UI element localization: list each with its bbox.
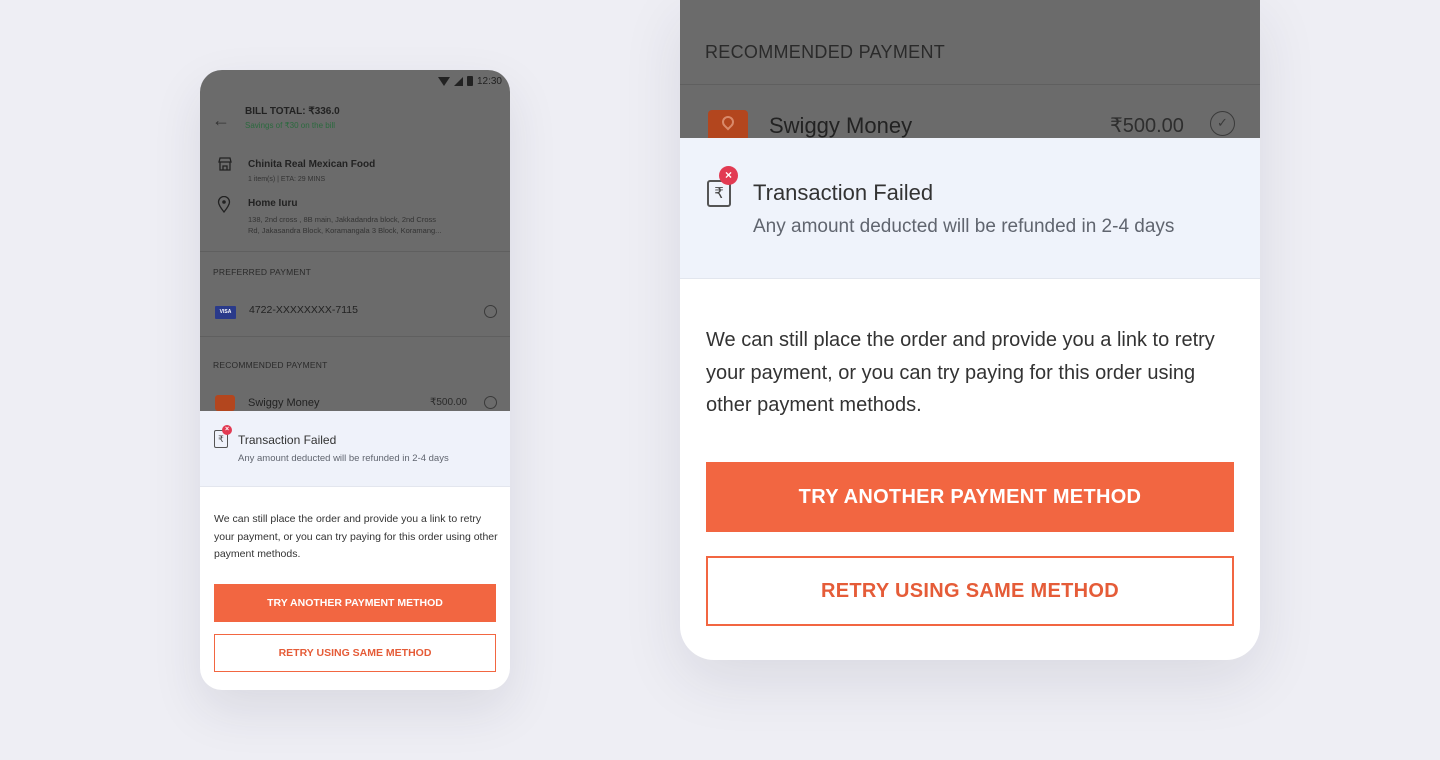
divider [200,336,510,337]
address-line-1: 138, 2nd cross , 8B main, Jakkadandra bl… [248,215,437,224]
restaurant-meta: 1 item(s) | ETA: 29 MINS [248,176,326,183]
wallet-name[interactable]: Swiggy Money [769,113,912,139]
phone-mockup: 12:30 ← BILL TOTAL: ₹336.0 Savings of ₹3… [200,70,510,690]
swiggy-money-logo-icon [708,110,748,138]
failure-header: ₹ × Transaction Failed Any amount deduct… [680,138,1260,279]
zoomed-sheet: RECOMMENDED PAYMENT Swiggy Money ₹500.00… [680,0,1260,660]
error-badge-icon: × [222,425,232,435]
failure-title: Transaction Failed [238,433,337,447]
wallet-amount: ₹500.00 [430,397,467,408]
status-bar: 12:30 [437,74,502,88]
wallet-amount: ₹500.00 [1110,115,1184,137]
status-time: 12:30 [476,75,502,87]
store-icon [217,156,233,175]
divider [680,84,1260,85]
failure-header: ₹ × Transaction Failed Any amount deduct… [200,411,510,487]
retry-same-method-button[interactable]: RETRY USING SAME METHOD [706,556,1234,626]
address-label: Home Iuru [248,198,298,209]
card-number[interactable]: 4722-XXXXXXXX-7115 [249,304,358,316]
failure-message: We can still place the order and provide… [706,329,1215,416]
recommended-payment-label: RECOMMENDED PAYMENT [705,42,946,62]
location-pin-icon [217,195,231,216]
try-another-payment-button[interactable]: TRY ANOTHER PAYMENT METHOD [706,462,1234,532]
dimmed-background: 12:30 ← BILL TOTAL: ₹336.0 Savings of ₹3… [200,70,510,411]
savings-text: Savings of ₹30 on the bill [245,121,336,130]
card-radio[interactable] [484,305,497,318]
wifi-icon [437,76,450,86]
preferred-payment-label: PREFERRED PAYMENT [213,267,312,277]
failure-subtitle: Any amount deducted will be refunded in … [238,453,449,464]
wallet-radio[interactable] [484,396,497,409]
signal-icon [453,76,463,86]
failure-title: Transaction Failed [753,180,934,205]
retry-same-method-button[interactable]: RETRY USING SAME METHOD [214,634,496,672]
divider [200,251,510,252]
check-radio-icon[interactable]: ✓ [1210,111,1235,136]
recommended-payment-label: RECOMMENDED PAYMENT [213,360,328,370]
wallet-name[interactable]: Swiggy Money [248,397,320,409]
visa-card-icon: VISA [215,306,236,319]
failure-message: We can still place the order and provide… [214,513,498,560]
dimmed-background: RECOMMENDED PAYMENT Swiggy Money ₹500.00… [680,0,1260,138]
back-arrow-icon[interactable]: ← [212,110,230,131]
address-line-2: Rd, Jakasandra Block, Koramangala 3 Bloc… [248,226,442,235]
swiggy-money-logo-icon [215,395,235,411]
try-another-payment-button[interactable]: TRY ANOTHER PAYMENT METHOD [214,584,496,622]
bill-total: BILL TOTAL: ₹336.0 [245,106,340,117]
failure-subtitle: Any amount deducted will be refunded in … [753,216,1175,237]
battery-icon [466,76,473,86]
error-badge-icon: × [719,166,738,185]
restaurant-name: Chinita Real Mexican Food [248,159,376,170]
